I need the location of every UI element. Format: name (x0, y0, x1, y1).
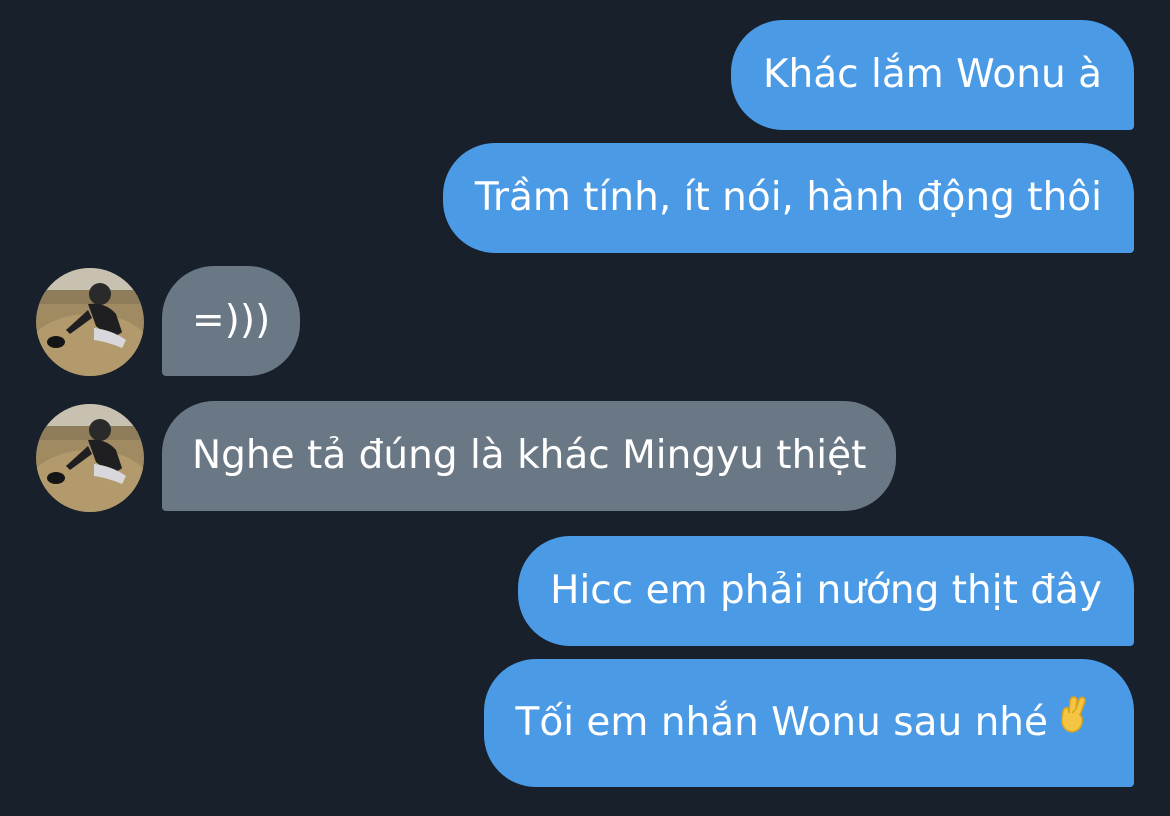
message-text: Tối em nhắn Wonu sau nhé (515, 700, 1048, 745)
received-message[interactable]: =))) (162, 266, 301, 376)
message-text: Trầm tính, ít nói, hành động thôi (474, 175, 1102, 220)
crossed-fingers-emoji (1058, 657, 1088, 785)
message-text: Nghe tả đúng là khác Mingyu thiệt (192, 433, 867, 478)
message-text: Hicc em phải nướng thịt đây (550, 568, 1102, 613)
sent-message[interactable]: Trầm tính, ít nói, hành động thôi (442, 143, 1134, 253)
contact-avatar-image (36, 268, 144, 376)
contact-avatar[interactable] (36, 268, 144, 376)
contact-avatar-image (36, 404, 144, 512)
message-text: =))) (192, 298, 271, 343)
contact-avatar[interactable] (36, 404, 144, 512)
sent-message[interactable]: Tối em nhắn Wonu sau nhé (483, 657, 1134, 787)
message-text: Khác lắm Wonu à (762, 52, 1102, 97)
received-message[interactable]: Nghe tả đúng là khác Mingyu thiệt (162, 401, 897, 511)
sent-message[interactable]: Hicc em phải nướng thịt đây (518, 536, 1134, 646)
sent-message[interactable]: Khác lắm Wonu à (730, 20, 1134, 130)
